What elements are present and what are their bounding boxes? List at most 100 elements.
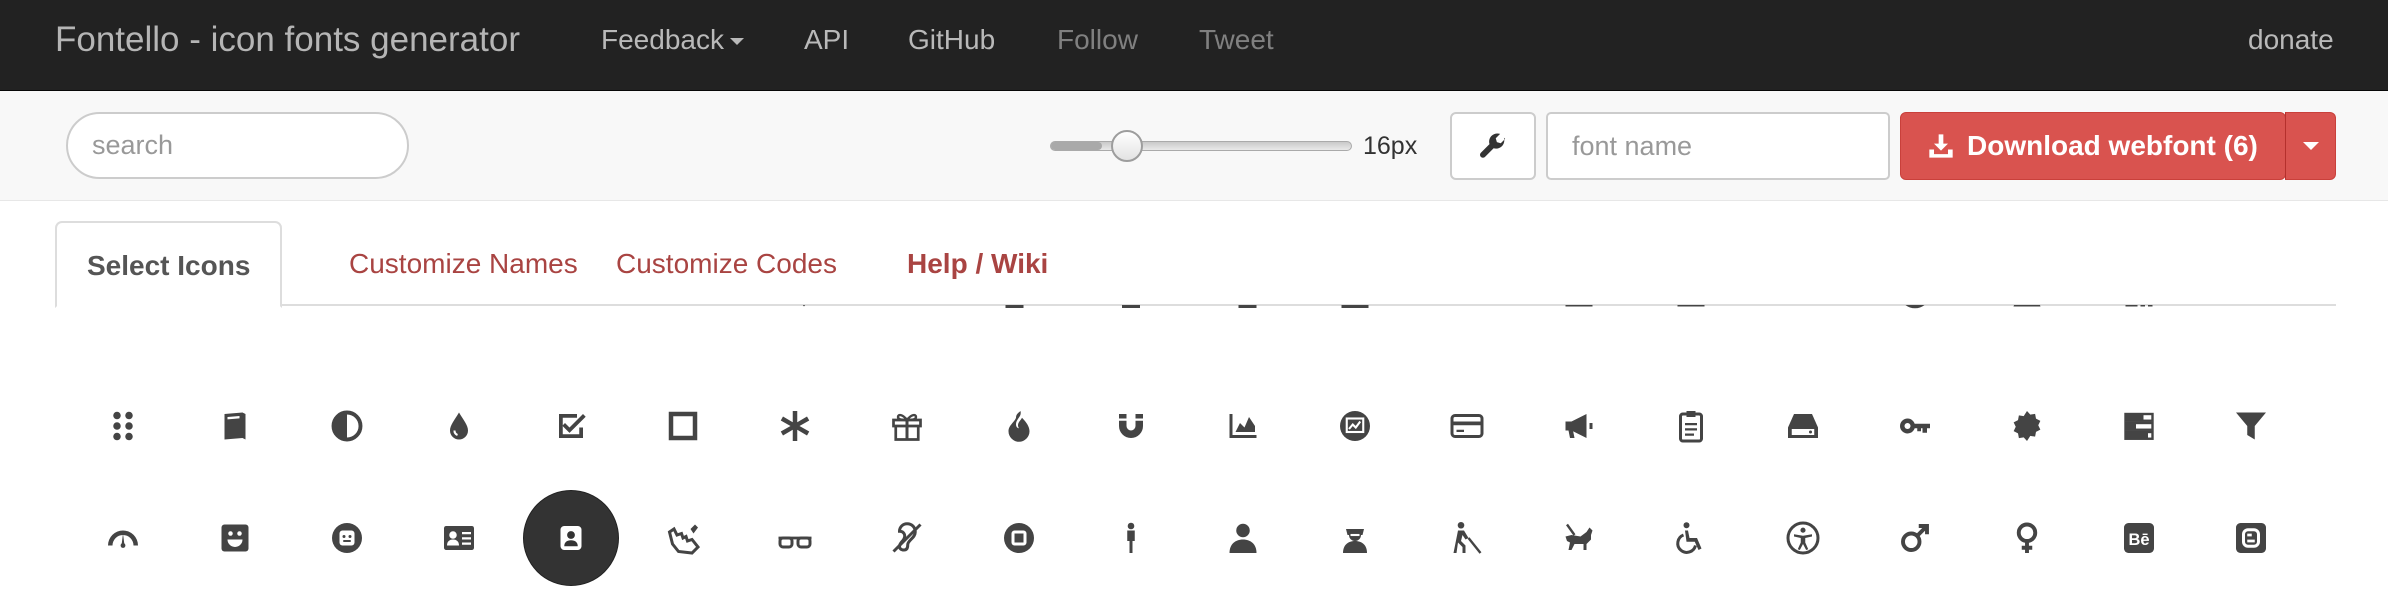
icon-cell[interactable]	[521, 376, 621, 476]
icon-cell[interactable]	[1081, 488, 1181, 588]
wheelchair-icon	[1676, 522, 1702, 554]
address-book-icon	[560, 526, 582, 550]
list-icon	[1449, 305, 1485, 311]
icon-cell[interactable]	[297, 305, 397, 343]
icon-cell[interactable]	[857, 488, 957, 588]
tab-select-icons[interactable]: Select Icons	[55, 221, 283, 308]
font-name-input[interactable]	[1546, 112, 1890, 180]
icon-cell[interactable]: Bē	[2089, 488, 2189, 588]
font-size-slider[interactable]	[1050, 141, 1352, 151]
icon-cell[interactable]	[745, 305, 845, 343]
icon-cell[interactable]	[1753, 376, 1853, 476]
certificate-icon	[2013, 411, 2041, 441]
text-width-icon	[889, 305, 925, 311]
nav-github[interactable]: GitHub	[908, 0, 995, 80]
icon-cell[interactable]	[521, 488, 621, 588]
align-right-icon	[1238, 305, 1257, 308]
icon-cell[interactable]	[2089, 376, 2189, 476]
icon-cell[interactable]	[185, 488, 285, 588]
caret-down-icon	[2302, 142, 2319, 150]
icon-cell[interactable]	[1753, 305, 1853, 343]
download-icon	[1929, 134, 1953, 158]
icon-cell[interactable]	[1753, 488, 1853, 588]
icon-cell[interactable]	[1641, 488, 1741, 588]
icon-cell[interactable]	[1193, 376, 1293, 476]
icon-cell[interactable]	[297, 376, 397, 476]
venus-icon	[2016, 522, 2038, 553]
icon-cell[interactable]	[409, 488, 509, 588]
nav-follow[interactable]: Follow	[1057, 0, 1138, 80]
download-options-toggle[interactable]	[2285, 112, 2336, 180]
icon-cell[interactable]	[185, 305, 285, 343]
icon-cell[interactable]	[1081, 305, 1181, 343]
icon-cell[interactable]	[409, 305, 509, 343]
nav-api[interactable]: API	[804, 0, 849, 80]
icon-cell[interactable]	[857, 376, 957, 476]
icon-cell[interactable]	[1977, 376, 2077, 476]
icon-cell[interactable]	[297, 488, 397, 588]
icon-cell[interactable]	[969, 488, 1069, 588]
guide-dog-icon	[1565, 523, 1593, 550]
tab-help-wiki[interactable]: Help / Wiki	[877, 221, 1078, 306]
icon-cell[interactable]	[1977, 488, 2077, 588]
download-webfont-button[interactable]: Download webfont (6)	[1900, 112, 2286, 180]
icon-cell[interactable]	[73, 488, 173, 588]
nav-feedback[interactable]: Feedback	[601, 0, 744, 80]
icon-cell[interactable]	[633, 376, 733, 476]
icon-cell[interactable]	[1417, 376, 1517, 476]
icon-cell[interactable]	[1193, 305, 1293, 343]
clipboard-icon	[1679, 411, 1703, 443]
gift-icon	[892, 413, 922, 441]
icon-cell[interactable]	[1977, 305, 2077, 343]
book-icon	[224, 412, 246, 440]
icon-cell[interactable]	[73, 305, 173, 343]
italic-t-icon	[105, 305, 141, 311]
font-size-icon	[441, 305, 477, 311]
icon-cell[interactable]	[1305, 305, 1405, 343]
icon-cell[interactable]	[969, 376, 1069, 476]
icon-cell[interactable]	[633, 488, 733, 588]
icon-cell[interactable]	[185, 376, 285, 476]
magnet-icon	[1119, 414, 1143, 438]
icon-cell[interactable]	[969, 305, 1069, 343]
icon-cell[interactable]	[633, 305, 733, 343]
icon-cell[interactable]	[2201, 376, 2301, 476]
icon-cell[interactable]	[2089, 305, 2189, 343]
search-input[interactable]	[66, 112, 409, 179]
wrench-icon	[1480, 133, 1506, 158]
tab-customize-codes[interactable]: Customize Codes	[586, 221, 867, 306]
brand-title[interactable]: Fontello - icon fonts generator	[55, 0, 520, 80]
icon-cell[interactable]	[1529, 305, 1629, 343]
icon-cell[interactable]	[1193, 488, 1293, 588]
icon-cell[interactable]	[1641, 305, 1741, 343]
icon-cell[interactable]	[1417, 488, 1517, 588]
tab-customize-names[interactable]: Customize Names	[319, 221, 608, 306]
icon-cell[interactable]	[745, 488, 845, 588]
nav-tweet[interactable]: Tweet	[1199, 0, 1274, 80]
nav-donate[interactable]: donate	[2248, 0, 2334, 80]
download-webfont-label: Download webfont (6)	[1967, 130, 2258, 161]
icon-cell[interactable]	[1865, 376, 1965, 476]
icon-cell[interactable]	[2201, 305, 2301, 343]
icon-cell[interactable]	[1081, 376, 1181, 476]
icon-cell[interactable]	[1865, 488, 1965, 588]
icon-cell[interactable]	[745, 376, 845, 476]
icon-cell[interactable]	[1305, 488, 1405, 588]
icon-cell[interactable]	[409, 376, 509, 476]
settings-button[interactable]	[1450, 112, 1536, 180]
hdd-icon	[1788, 414, 1818, 438]
icon-cell[interactable]	[521, 305, 621, 343]
icon-cell[interactable]	[73, 376, 173, 476]
icon-cell[interactable]	[2201, 488, 2301, 588]
user-secret-icon	[1343, 529, 1367, 553]
universal-access-icon	[1786, 521, 1820, 555]
icon-cell[interactable]	[1865, 305, 1965, 343]
stop-circle-icon	[1004, 523, 1034, 553]
icon-cell[interactable]	[1529, 376, 1629, 476]
icon-cell[interactable]	[1417, 305, 1517, 343]
icon-cell[interactable]	[1305, 376, 1405, 476]
icon-cell[interactable]	[857, 305, 957, 343]
slider-handle[interactable]	[1111, 130, 1143, 162]
icon-cell[interactable]	[1641, 376, 1741, 476]
icon-cell[interactable]	[1529, 488, 1629, 588]
